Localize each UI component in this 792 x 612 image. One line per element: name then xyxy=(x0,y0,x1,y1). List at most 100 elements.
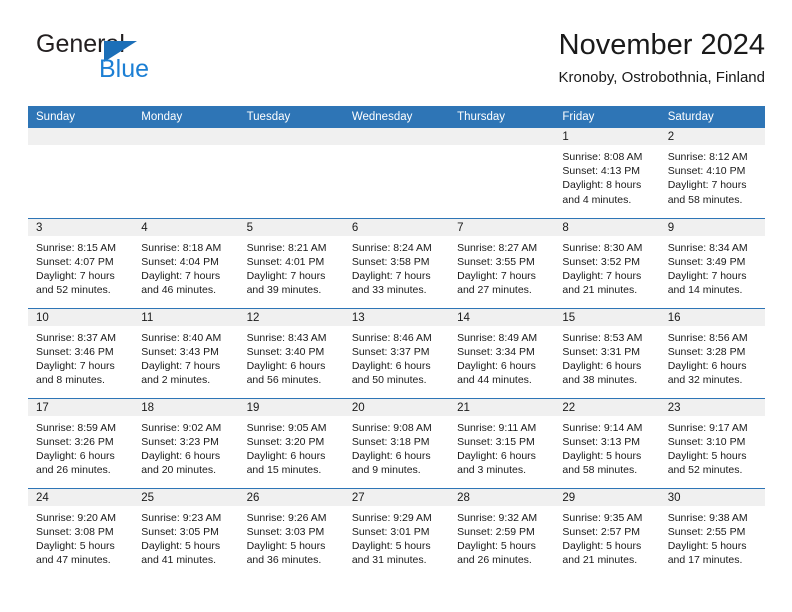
calendar-day-cell[interactable]: 16 Sunrise: 8:56 AM Sunset: 3:28 PM Dayligh… xyxy=(659,307,765,398)
sunrise-text: Sunrise: 9:23 AM xyxy=(141,511,222,524)
calendar-day-cell[interactable]: 24 Sunrise: 9:20 AM Sunset: 3:08 PM Dayligh… xyxy=(28,487,134,578)
calendar-day-cell[interactable]: 13 Sunrise: 8:46 AM Sunset: 3:37 PM Dayligh… xyxy=(343,307,450,398)
calendar-day-cell[interactable]: 11 Sunrise: 8:40 AM Sunset: 3:43 PM Dayligh… xyxy=(133,307,239,398)
calendar-day-cell[interactable]: 3 Sunrise: 8:15 AM Sunset: 4:07 PM Daylight… xyxy=(28,217,134,308)
brand-logo[interactable]: General Blue xyxy=(36,30,246,92)
calendar-day-cell[interactable]: 21 Sunrise: 9:11 AM Sunset: 3:15 PM Dayligh… xyxy=(449,397,555,488)
calendar-day-number: 12 xyxy=(238,308,344,326)
calendar-day-cell-empty xyxy=(343,128,450,218)
calendar-day-cell-inner: 20 Sunrise: 9:08 AM Sunset: 3:18 PM Dayligh… xyxy=(343,398,450,488)
sunrise-text: Sunrise: 9:14 AM xyxy=(562,421,643,434)
daylight-text-line2: and 32 minutes. xyxy=(667,374,743,387)
daylight-text-line2: and 21 minutes. xyxy=(562,284,638,297)
sunset-text: Sunset: 3:46 PM xyxy=(36,345,114,358)
sunset-text: Sunset: 4:01 PM xyxy=(246,255,325,268)
daylight-text-line2: and 3 minutes. xyxy=(457,464,527,477)
weekday-header-tuesday: Tuesday xyxy=(238,106,344,128)
sunrise-text: Sunrise: 8:08 AM xyxy=(562,151,643,163)
daylight-text-line1: Daylight: 6 hours xyxy=(36,449,115,462)
daylight-text-line1: Daylight: 6 hours xyxy=(246,449,326,462)
calendar-day-cell[interactable]: 18 Sunrise: 9:02 AM Sunset: 3:23 PM Dayligh… xyxy=(133,397,239,488)
calendar-day-number: 16 xyxy=(659,308,765,326)
calendar-day-cell-empty xyxy=(238,128,344,218)
sunset-text: Sunset: 3:28 PM xyxy=(667,345,746,358)
calendar-day-cell[interactable]: 9 Sunrise: 8:34 AM Sunset: 3:49 PM Daylight… xyxy=(659,217,765,308)
calendar-day-details: Sunrise: 8:34 AM Sunset: 3:49 PM Daylight:… xyxy=(660,236,765,298)
calendar-day-details: Sunrise: 8:59 AM Sunset: 3:26 PM Daylight:… xyxy=(28,416,133,478)
sunset-text: Sunset: 3:23 PM xyxy=(141,435,219,448)
sunrise-text: Sunrise: 9:17 AM xyxy=(667,421,748,434)
weekday-header-friday: Friday xyxy=(554,106,660,128)
calendar-day-cell[interactable]: 2 Sunrise: 8:12 AM Sunset: 4:10 PM Daylight… xyxy=(659,128,765,218)
calendar-day-cell[interactable]: 25 Sunrise: 9:23 AM Sunset: 3:05 PM Dayligh… xyxy=(133,487,239,579)
daylight-text-line1: Daylight: 6 hours xyxy=(562,359,642,372)
calendar-day-cell[interactable]: 10 Sunrise: 8:37 AM Sunset: 3:46 PM Dayligh… xyxy=(28,307,134,398)
daylight-text-line1: Daylight: 6 hours xyxy=(457,359,536,372)
calendar-day-cell[interactable]: 20 Sunrise: 9:08 AM Sunset: 3:18 PM Dayligh… xyxy=(343,397,450,488)
calendar-day-cell-inner: 25 Sunrise: 9:23 AM Sunset: 3:05 PM Dayligh… xyxy=(133,488,239,579)
calendar-day-number: 9 xyxy=(659,218,765,236)
calendar-day-cell[interactable]: 27 Sunrise: 9:29 AM Sunset: 3:01 PM Dayligh… xyxy=(343,487,450,578)
calendar-day-cell[interactable]: 14 Sunrise: 8:49 AM Sunset: 3:34 PM Dayligh… xyxy=(449,307,555,398)
calendar-day-number xyxy=(238,128,344,145)
calendar-day-details: Sunrise: 9:38 AM Sunset: 2:55 PM Daylight:… xyxy=(660,506,765,568)
calendar-week-row: 3 Sunrise: 8:15 AM Sunset: 4:07 PM Daylight… xyxy=(28,217,765,308)
sunset-text: Sunset: 4:04 PM xyxy=(141,255,219,268)
daylight-text-line2: and 17 minutes. xyxy=(667,554,743,567)
calendar-day-details: Sunrise: 9:26 AM Sunset: 3:03 PM Daylight:… xyxy=(239,506,344,568)
calendar-day-cell[interactable]: 29 Sunrise: 9:35 AM Sunset: 2:57 PM Dayligh… xyxy=(554,487,660,579)
calendar-day-number: 3 xyxy=(28,218,134,236)
calendar-day-cell[interactable]: 12 Sunrise: 8:43 AM Sunset: 3:40 PM Dayligh… xyxy=(238,307,344,398)
calendar-day-cell[interactable]: 8 Sunrise: 8:30 AM Sunset: 3:52 PM Daylight… xyxy=(554,217,660,308)
calendar-day-cell[interactable]: 15 Sunrise: 8:53 AM Sunset: 3:31 PM Dayligh… xyxy=(554,307,660,398)
daylight-text-line1: Daylight: 5 hours xyxy=(246,539,326,552)
sunrise-text: Sunrise: 9:26 AM xyxy=(246,511,327,524)
calendar-day-cell[interactable]: 22 Sunrise: 9:14 AM Sunset: 3:13 PM Dayligh… xyxy=(554,397,660,488)
sunrise-text: Sunrise: 8:40 AM xyxy=(141,331,222,344)
calendar-day-cell-inner xyxy=(343,128,450,218)
calendar-day-cell-inner: 12 Sunrise: 8:43 AM Sunset: 3:40 PM Dayligh… xyxy=(238,308,344,398)
calendar-day-cell-inner: 19 Sunrise: 9:05 AM Sunset: 3:20 PM Dayligh… xyxy=(238,398,344,488)
daylight-text-line1: Daylight: 6 hours xyxy=(351,449,431,462)
calendar-day-cell-inner: 29 Sunrise: 9:35 AM Sunset: 2:57 PM Dayligh… xyxy=(554,488,660,579)
calendar-day-details: Sunrise: 9:29 AM Sunset: 3:01 PM Daylight:… xyxy=(344,506,449,568)
daylight-text-line1: Daylight: 5 hours xyxy=(562,449,642,462)
calendar-day-cell[interactable]: 19 Sunrise: 9:05 AM Sunset: 3:20 PM Dayligh… xyxy=(238,397,344,488)
calendar-day-number: 10 xyxy=(28,308,134,326)
sunset-text: Sunset: 3:34 PM xyxy=(457,345,535,358)
daylight-text-line2: and 21 minutes. xyxy=(562,554,638,567)
calendar-day-cell[interactable]: 30 Sunrise: 9:38 AM Sunset: 2:55 PM Dayligh… xyxy=(659,487,765,579)
sunrise-text: Sunrise: 8:18 AM xyxy=(141,241,222,254)
calendar-day-number: 27 xyxy=(343,488,450,506)
calendar-day-number xyxy=(449,128,555,145)
calendar-day-cell[interactable]: 1 Sunrise: 8:08 AM Sunset: 4:13 PM Daylight… xyxy=(554,128,660,218)
calendar-week-row: 24 Sunrise: 9:20 AM Sunset: 3:08 PM Dayligh… xyxy=(28,487,765,579)
calendar-day-cell-inner: 21 Sunrise: 9:11 AM Sunset: 3:15 PM Dayligh… xyxy=(449,398,555,488)
daylight-text-line1: Daylight: 7 hours xyxy=(562,269,642,282)
sunrise-text: Sunrise: 8:49 AM xyxy=(457,331,538,344)
calendar-day-cell[interactable]: 4 Sunrise: 8:18 AM Sunset: 4:04 PM Daylight… xyxy=(133,217,239,308)
calendar-day-cell-inner: 30 Sunrise: 9:38 AM Sunset: 2:55 PM Dayligh… xyxy=(659,488,765,579)
sunrise-text: Sunrise: 8:37 AM xyxy=(36,331,116,344)
weekday-header-row: Sunday Monday Tuesday Wednesday Thursday… xyxy=(28,106,765,128)
calendar-day-cell-empty xyxy=(449,128,555,218)
daylight-text-line2: and 26 minutes. xyxy=(36,464,111,477)
calendar-day-cell[interactable]: 23 Sunrise: 9:17 AM Sunset: 3:10 PM Dayligh… xyxy=(659,397,765,488)
calendar-day-cell[interactable]: 6 Sunrise: 8:24 AM Sunset: 3:58 PM Daylight… xyxy=(343,217,450,308)
calendar-day-cell[interactable]: 17 Sunrise: 8:59 AM Sunset: 3:26 PM Dayligh… xyxy=(28,397,134,488)
calendar-day-cell-inner: 8 Sunrise: 8:30 AM Sunset: 3:52 PM Daylight… xyxy=(554,218,660,308)
calendar-day-cell[interactable]: 26 Sunrise: 9:26 AM Sunset: 3:03 PM Dayligh… xyxy=(238,487,344,578)
sunset-text: Sunset: 3:43 PM xyxy=(141,345,219,358)
calendar-day-details: Sunrise: 8:37 AM Sunset: 3:46 PM Daylight:… xyxy=(28,326,133,388)
page-header: General Blue November 2024 Kronoby, Ostr… xyxy=(28,26,765,98)
sunrise-text: Sunrise: 8:43 AM xyxy=(246,331,327,344)
calendar-day-cell[interactable]: 28 Sunrise: 9:32 AM Sunset: 2:59 PM Dayligh… xyxy=(449,487,555,578)
calendar-day-cell[interactable]: 5 Sunrise: 8:21 AM Sunset: 4:01 PM Daylight… xyxy=(238,217,344,308)
sunrise-text: Sunrise: 8:46 AM xyxy=(351,331,432,344)
calendar-day-details: Sunrise: 9:05 AM Sunset: 3:20 PM Daylight:… xyxy=(239,416,344,478)
calendar-day-cell[interactable]: 7 Sunrise: 8:27 AM Sunset: 3:55 PM Daylight… xyxy=(449,217,555,308)
calendar-day-details: Sunrise: 8:46 AM Sunset: 3:37 PM Daylight:… xyxy=(344,326,449,388)
calendar-day-details: Sunrise: 8:18 AM Sunset: 4:04 PM Daylight:… xyxy=(133,236,238,298)
calendar-day-number: 25 xyxy=(133,488,239,506)
sunrise-text: Sunrise: 8:21 AM xyxy=(246,241,327,254)
